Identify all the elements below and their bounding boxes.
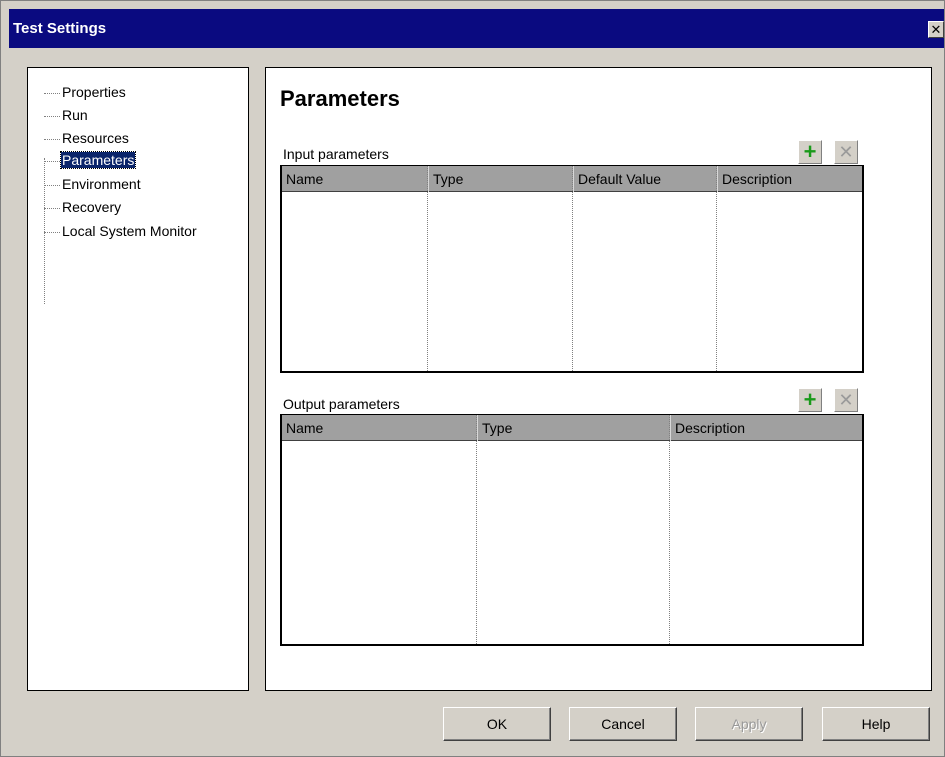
- page-title: Parameters: [280, 86, 400, 111]
- help-button[interactable]: Help: [822, 707, 930, 741]
- column-header-default-value[interactable]: Default Value: [573, 166, 716, 192]
- tree-item-environment[interactable]: Environment: [44, 176, 142, 193]
- ok-button[interactable]: OK: [443, 707, 551, 741]
- column-header-name[interactable]: Name: [282, 166, 427, 192]
- output-parameters-grid[interactable]: Name Type Description: [280, 414, 864, 646]
- settings-tree: Properties Run Resources Parameters Envi…: [27, 67, 249, 691]
- tree-item-label: Recovery: [62, 199, 122, 215]
- column-type: Type: [427, 166, 572, 371]
- delete-input-parameter-button[interactable]: ✕: [834, 140, 858, 164]
- close-button[interactable]: ✕: [928, 21, 944, 38]
- column-header-type[interactable]: Type: [477, 415, 669, 441]
- tree-item-recovery[interactable]: Recovery: [44, 199, 122, 216]
- tree-item-label: Resources: [62, 130, 129, 146]
- window-title: Test Settings: [13, 20, 107, 37]
- output-parameters-label: Output parameters: [283, 396, 400, 412]
- add-output-parameter-button[interactable]: +: [798, 388, 822, 412]
- tree-item-run[interactable]: Run: [44, 107, 89, 124]
- tree-branch-line: [44, 207, 60, 209]
- tree-item-label: Run: [62, 107, 88, 123]
- input-parameters-grid[interactable]: Name Type Default Value Description: [280, 165, 864, 373]
- column-description: Description: [716, 166, 862, 371]
- apply-button[interactable]: Apply: [695, 707, 803, 741]
- column-name: Name: [282, 166, 427, 371]
- title-bar[interactable]: Test Settings ✕: [9, 9, 944, 48]
- tree-item-label: Local System Monitor: [62, 223, 197, 239]
- tree-branch-line: [44, 138, 60, 140]
- cancel-button[interactable]: Cancel: [569, 707, 677, 741]
- column-description: Description: [669, 415, 862, 644]
- tree-branch-line: [44, 184, 60, 186]
- close-icon: ✕: [930, 22, 942, 37]
- add-input-parameter-button[interactable]: +: [798, 140, 822, 164]
- column-type: Type: [476, 415, 669, 644]
- parameters-panel: Parameters Input parameters + ✕ Name Typ…: [265, 67, 932, 691]
- column-header-type[interactable]: Type: [428, 166, 572, 192]
- column-header-name[interactable]: Name: [282, 415, 476, 441]
- tree-item-local-system-monitor[interactable]: Local System Monitor: [44, 223, 198, 240]
- column-default-value: Default Value: [572, 166, 716, 371]
- column-header-description[interactable]: Description: [670, 415, 862, 441]
- x-icon: ✕: [838, 390, 854, 410]
- tree-item-label: Properties: [62, 84, 126, 100]
- tree-item-properties[interactable]: Properties: [44, 84, 127, 101]
- tree-item-label: Environment: [62, 176, 141, 192]
- tree-branch-line: [44, 160, 60, 162]
- plus-icon: +: [803, 387, 817, 412]
- delete-output-parameter-button[interactable]: ✕: [834, 388, 858, 412]
- column-name: Name: [282, 415, 476, 644]
- column-header-description[interactable]: Description: [717, 166, 862, 192]
- tree-branch-line: [44, 231, 60, 233]
- tree-item-parameters[interactable]: Parameters: [44, 151, 137, 169]
- input-parameters-label: Input parameters: [283, 146, 389, 162]
- tree-item-label: Parameters: [59, 151, 137, 169]
- test-settings-dialog: Test Settings ✕ Properties Run Resources…: [0, 0, 945, 757]
- plus-icon: +: [803, 139, 817, 164]
- tree-item-resources[interactable]: Resources: [44, 130, 130, 147]
- x-icon: ✕: [838, 142, 854, 162]
- tree-branch-line: [44, 92, 60, 94]
- tree-branch-line: [44, 115, 60, 117]
